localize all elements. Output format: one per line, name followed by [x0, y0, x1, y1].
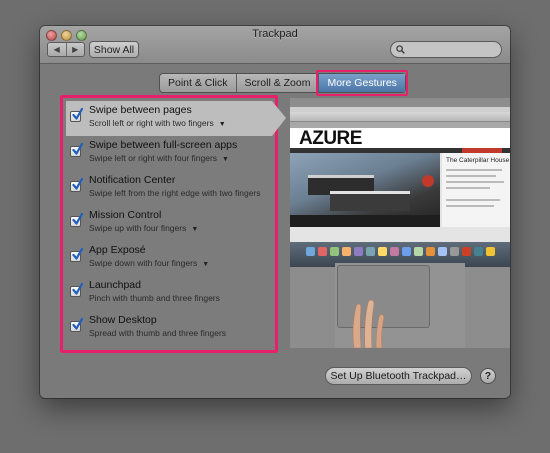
gesture-panel: Swipe between pages Scroll left or right …: [60, 95, 286, 353]
dock-app-icon: [438, 247, 447, 256]
gesture-title: App Exposé: [89, 244, 146, 256]
help-button[interactable]: ?: [480, 368, 496, 384]
preview-browser: AZURE The Caterpillar House: [290, 112, 510, 242]
gesture-checkbox[interactable]: [70, 318, 83, 332]
tab-point-click[interactable]: Point & Click: [160, 74, 236, 92]
gesture-subtitle-text: Swipe down with four fingers: [89, 258, 198, 268]
popup-arrow-icon[interactable]: ▼: [222, 154, 229, 166]
window-title: Trackpad: [252, 28, 298, 40]
tab-bar: Point & Click Scroll & Zoom More Gesture…: [159, 70, 409, 96]
checkmark-icon: [72, 178, 83, 190]
show-all-button[interactable]: Show All: [89, 41, 139, 58]
dock-app-icon: [318, 247, 327, 256]
dock-app-icon: [366, 247, 375, 256]
gesture-subtitle: Pinch with thumb and three fingers: [89, 292, 272, 304]
gesture-title: Launchpad: [89, 279, 141, 291]
checkmark-icon: [72, 248, 83, 260]
gesture-subtitle[interactable]: Swipe up with four fingers ▼: [89, 222, 272, 236]
preview-site-header: AZURE: [290, 128, 510, 153]
preview-site-logo: AZURE: [299, 128, 362, 149]
checkmark-icon: [72, 283, 83, 295]
gesture-title: Swipe between full-screen apps: [89, 139, 238, 151]
preview-play-icon: [422, 175, 434, 187]
gesture-row[interactable]: Swipe between pages Scroll left or right …: [66, 101, 272, 136]
dock-app-icon: [462, 247, 471, 256]
title-bar: Trackpad ◀ ▶ Show All: [40, 26, 510, 64]
gesture-subtitle[interactable]: Swipe left or right with four fingers ▼: [89, 152, 272, 166]
gesture-subtitle-text: Spread with thumb and three fingers: [89, 328, 227, 338]
dock-app-icon: [426, 247, 435, 256]
trackpad-window: Trackpad ◀ ▶ Show All Point & Click Scro…: [40, 26, 510, 398]
gesture-checkbox[interactable]: [70, 213, 83, 227]
checkmark-icon: [72, 143, 83, 155]
fingers-icon: [352, 299, 385, 348]
dock-app-icon: [330, 247, 339, 256]
dock-app-icon: [390, 247, 399, 256]
gesture-title: Show Desktop: [89, 314, 157, 326]
dock-app-icon: [402, 247, 411, 256]
gesture-subtitle-text: Scroll left or right with two fingers: [89, 118, 214, 128]
preview-hero-image: [290, 153, 440, 227]
dock-app-icon: [354, 247, 363, 256]
dock-app-icon: [450, 247, 459, 256]
dock-app-icon: [486, 247, 495, 256]
tab-scroll-zoom[interactable]: Scroll & Zoom: [235, 74, 319, 92]
gesture-row[interactable]: Show Desktop Spread with thumb and three …: [66, 311, 272, 346]
gesture-title: Swipe between pages: [89, 104, 192, 116]
gesture-row[interactable]: Launchpad Pinch with thumb and three fing…: [66, 276, 272, 311]
gesture-checkbox[interactable]: [70, 143, 83, 157]
dock-app-icon: [474, 247, 483, 256]
popup-arrow-icon[interactable]: ▼: [191, 224, 198, 236]
dock-app-icon: [378, 247, 387, 256]
gesture-subtitle-text: Swipe up with four fingers: [89, 223, 187, 233]
gesture-row[interactable]: Swipe between full-screen apps Swipe left…: [66, 136, 272, 171]
gesture-subtitle-text: Swipe left from the right edge with two …: [89, 188, 261, 198]
tab-more-gestures[interactable]: More Gestures: [316, 70, 409, 96]
back-button[interactable]: ◀: [48, 43, 66, 56]
gesture-subtitle[interactable]: Scroll left or right with two fingers ▼: [89, 117, 272, 131]
forward-button[interactable]: ▶: [65, 43, 85, 56]
preview-screen: AZURE The Caterpillar House: [290, 107, 510, 267]
gesture-list: Swipe between pages Scroll left or right …: [66, 101, 272, 346]
gesture-checkbox[interactable]: [70, 108, 83, 122]
gesture-subtitle-text: Pinch with thumb and three fingers: [89, 293, 220, 303]
checkmark-icon: [72, 318, 83, 330]
gesture-title: Mission Control: [89, 209, 162, 221]
gesture-subtitle-text: Swipe left or right with four fingers: [89, 153, 218, 163]
dock-app-icon: [342, 247, 351, 256]
dock-app-icon: [414, 247, 423, 256]
popup-arrow-icon[interactable]: ▼: [219, 119, 226, 131]
gesture-title: Notification Center: [89, 174, 176, 186]
gesture-checkbox[interactable]: [70, 283, 83, 297]
gesture-subtitle[interactable]: Swipe down with four fingers ▼: [89, 257, 272, 271]
preview-sidebar-caption: The Caterpillar House: [446, 157, 510, 164]
gesture-subtitle: Spread with thumb and three fingers: [89, 327, 272, 339]
checkmark-icon: [72, 108, 83, 120]
gesture-preview: AZURE The Caterpillar House: [290, 98, 510, 348]
gesture-subtitle: Swipe left from the right edge with two …: [89, 187, 272, 199]
gesture-checkbox[interactable]: [70, 248, 83, 262]
gesture-checkbox[interactable]: [70, 178, 83, 192]
back-forward-control: ◀ ▶: [47, 42, 85, 57]
preview-browser-toolbar: [290, 112, 510, 122]
dock-app-icon: [306, 247, 315, 256]
gesture-row[interactable]: Notification Center Swipe left from the r…: [66, 171, 272, 206]
gesture-row[interactable]: App Exposé Swipe down with four fingers ▼: [66, 241, 272, 276]
selection-pointer: [272, 101, 286, 136]
preview-sidebar: The Caterpillar House: [442, 153, 510, 227]
search-input[interactable]: [390, 41, 502, 58]
checkmark-icon: [72, 213, 83, 225]
gesture-row[interactable]: Mission Control Swipe up with four finger…: [66, 206, 272, 241]
search-icon: [396, 45, 405, 54]
popup-arrow-icon[interactable]: ▼: [202, 259, 209, 271]
set-up-bluetooth-trackpad-button[interactable]: Set Up Bluetooth Trackpad…: [325, 367, 472, 385]
